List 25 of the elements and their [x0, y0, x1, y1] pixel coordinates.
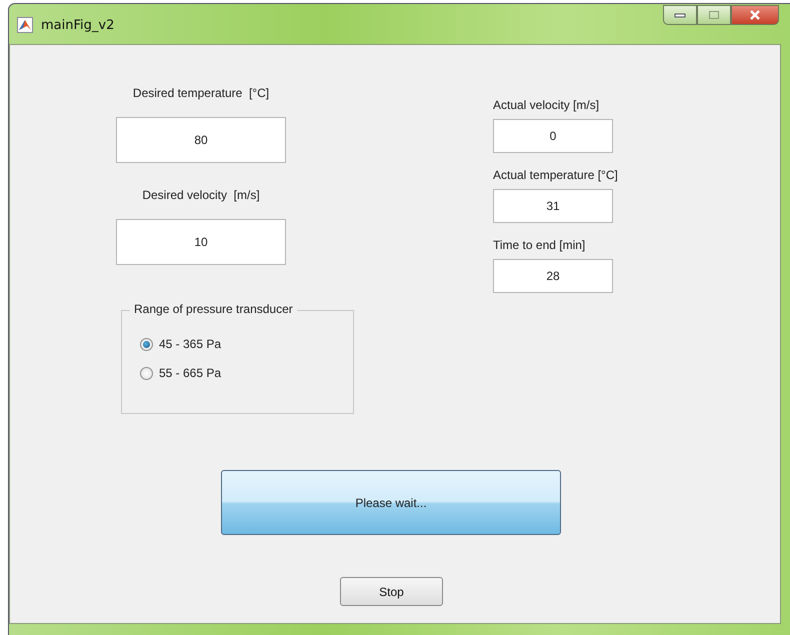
input-field[interactable]: 28 — [493, 259, 613, 293]
minimize-button[interactable] — [663, 5, 697, 25]
field-label: Desired velocity [m/s] — [142, 187, 260, 203]
field-label: Actual velocity [m/s] — [493, 97, 600, 113]
field-label: Actual temperature [°C] — [493, 167, 618, 183]
maximize-icon — [708, 10, 720, 20]
input-field[interactable]: 0 — [493, 119, 613, 153]
group-title: Range of pressure transducer — [130, 302, 297, 316]
stop-button[interactable]: Stop — [340, 577, 443, 606]
radio-button[interactable] — [140, 366, 153, 380]
status-button[interactable]: Please wait... — [221, 470, 561, 535]
radio-label[interactable]: 45 - 365 Pa — [159, 337, 222, 351]
close-icon — [749, 10, 761, 20]
field-label: Time to end [min] — [493, 237, 586, 253]
input-field[interactable]: 10 — [116, 219, 286, 265]
app-icon — [17, 17, 33, 33]
field-label: Desired temperature [°C] — [132, 85, 270, 101]
radio-label[interactable]: 55 - 665 Pa — [159, 366, 222, 380]
window-title: mainFig_v2 — [41, 18, 114, 32]
minimize-icon — [674, 12, 686, 18]
radio-button[interactable] — [140, 338, 153, 350]
close-button[interactable] — [731, 5, 779, 25]
maximize-button[interactable] — [697, 5, 731, 25]
input-field[interactable]: 80 — [116, 117, 286, 163]
input-field[interactable]: 31 — [493, 189, 613, 223]
